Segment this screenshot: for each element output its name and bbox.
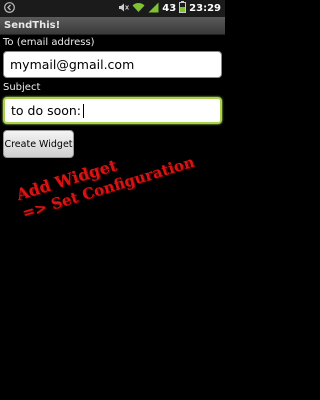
subject-value: to do soon:: [11, 103, 82, 118]
back-icon[interactable]: [4, 1, 15, 16]
app-title-bar: SendThis!: [0, 17, 225, 35]
wifi-icon: [132, 2, 145, 16]
email-field[interactable]: mymail@gmail.com: [3, 51, 222, 78]
app-title: SendThis!: [4, 20, 61, 31]
battery-icon: [179, 1, 187, 16]
subject-field[interactable]: to do soon:: [3, 97, 222, 124]
signal-icon: [148, 2, 159, 16]
subject-label: Subject: [3, 82, 41, 93]
create-widget-button[interactable]: Create Widget: [3, 130, 74, 158]
to-label: To (email address): [3, 37, 95, 48]
battery-percent: 43: [162, 3, 177, 14]
status-time: 23:29: [189, 3, 221, 14]
status-bar: 43 23:29: [0, 0, 225, 17]
text-cursor: [83, 103, 85, 118]
mute-icon: [118, 2, 130, 16]
email-value: mymail@gmail.com: [10, 57, 135, 72]
